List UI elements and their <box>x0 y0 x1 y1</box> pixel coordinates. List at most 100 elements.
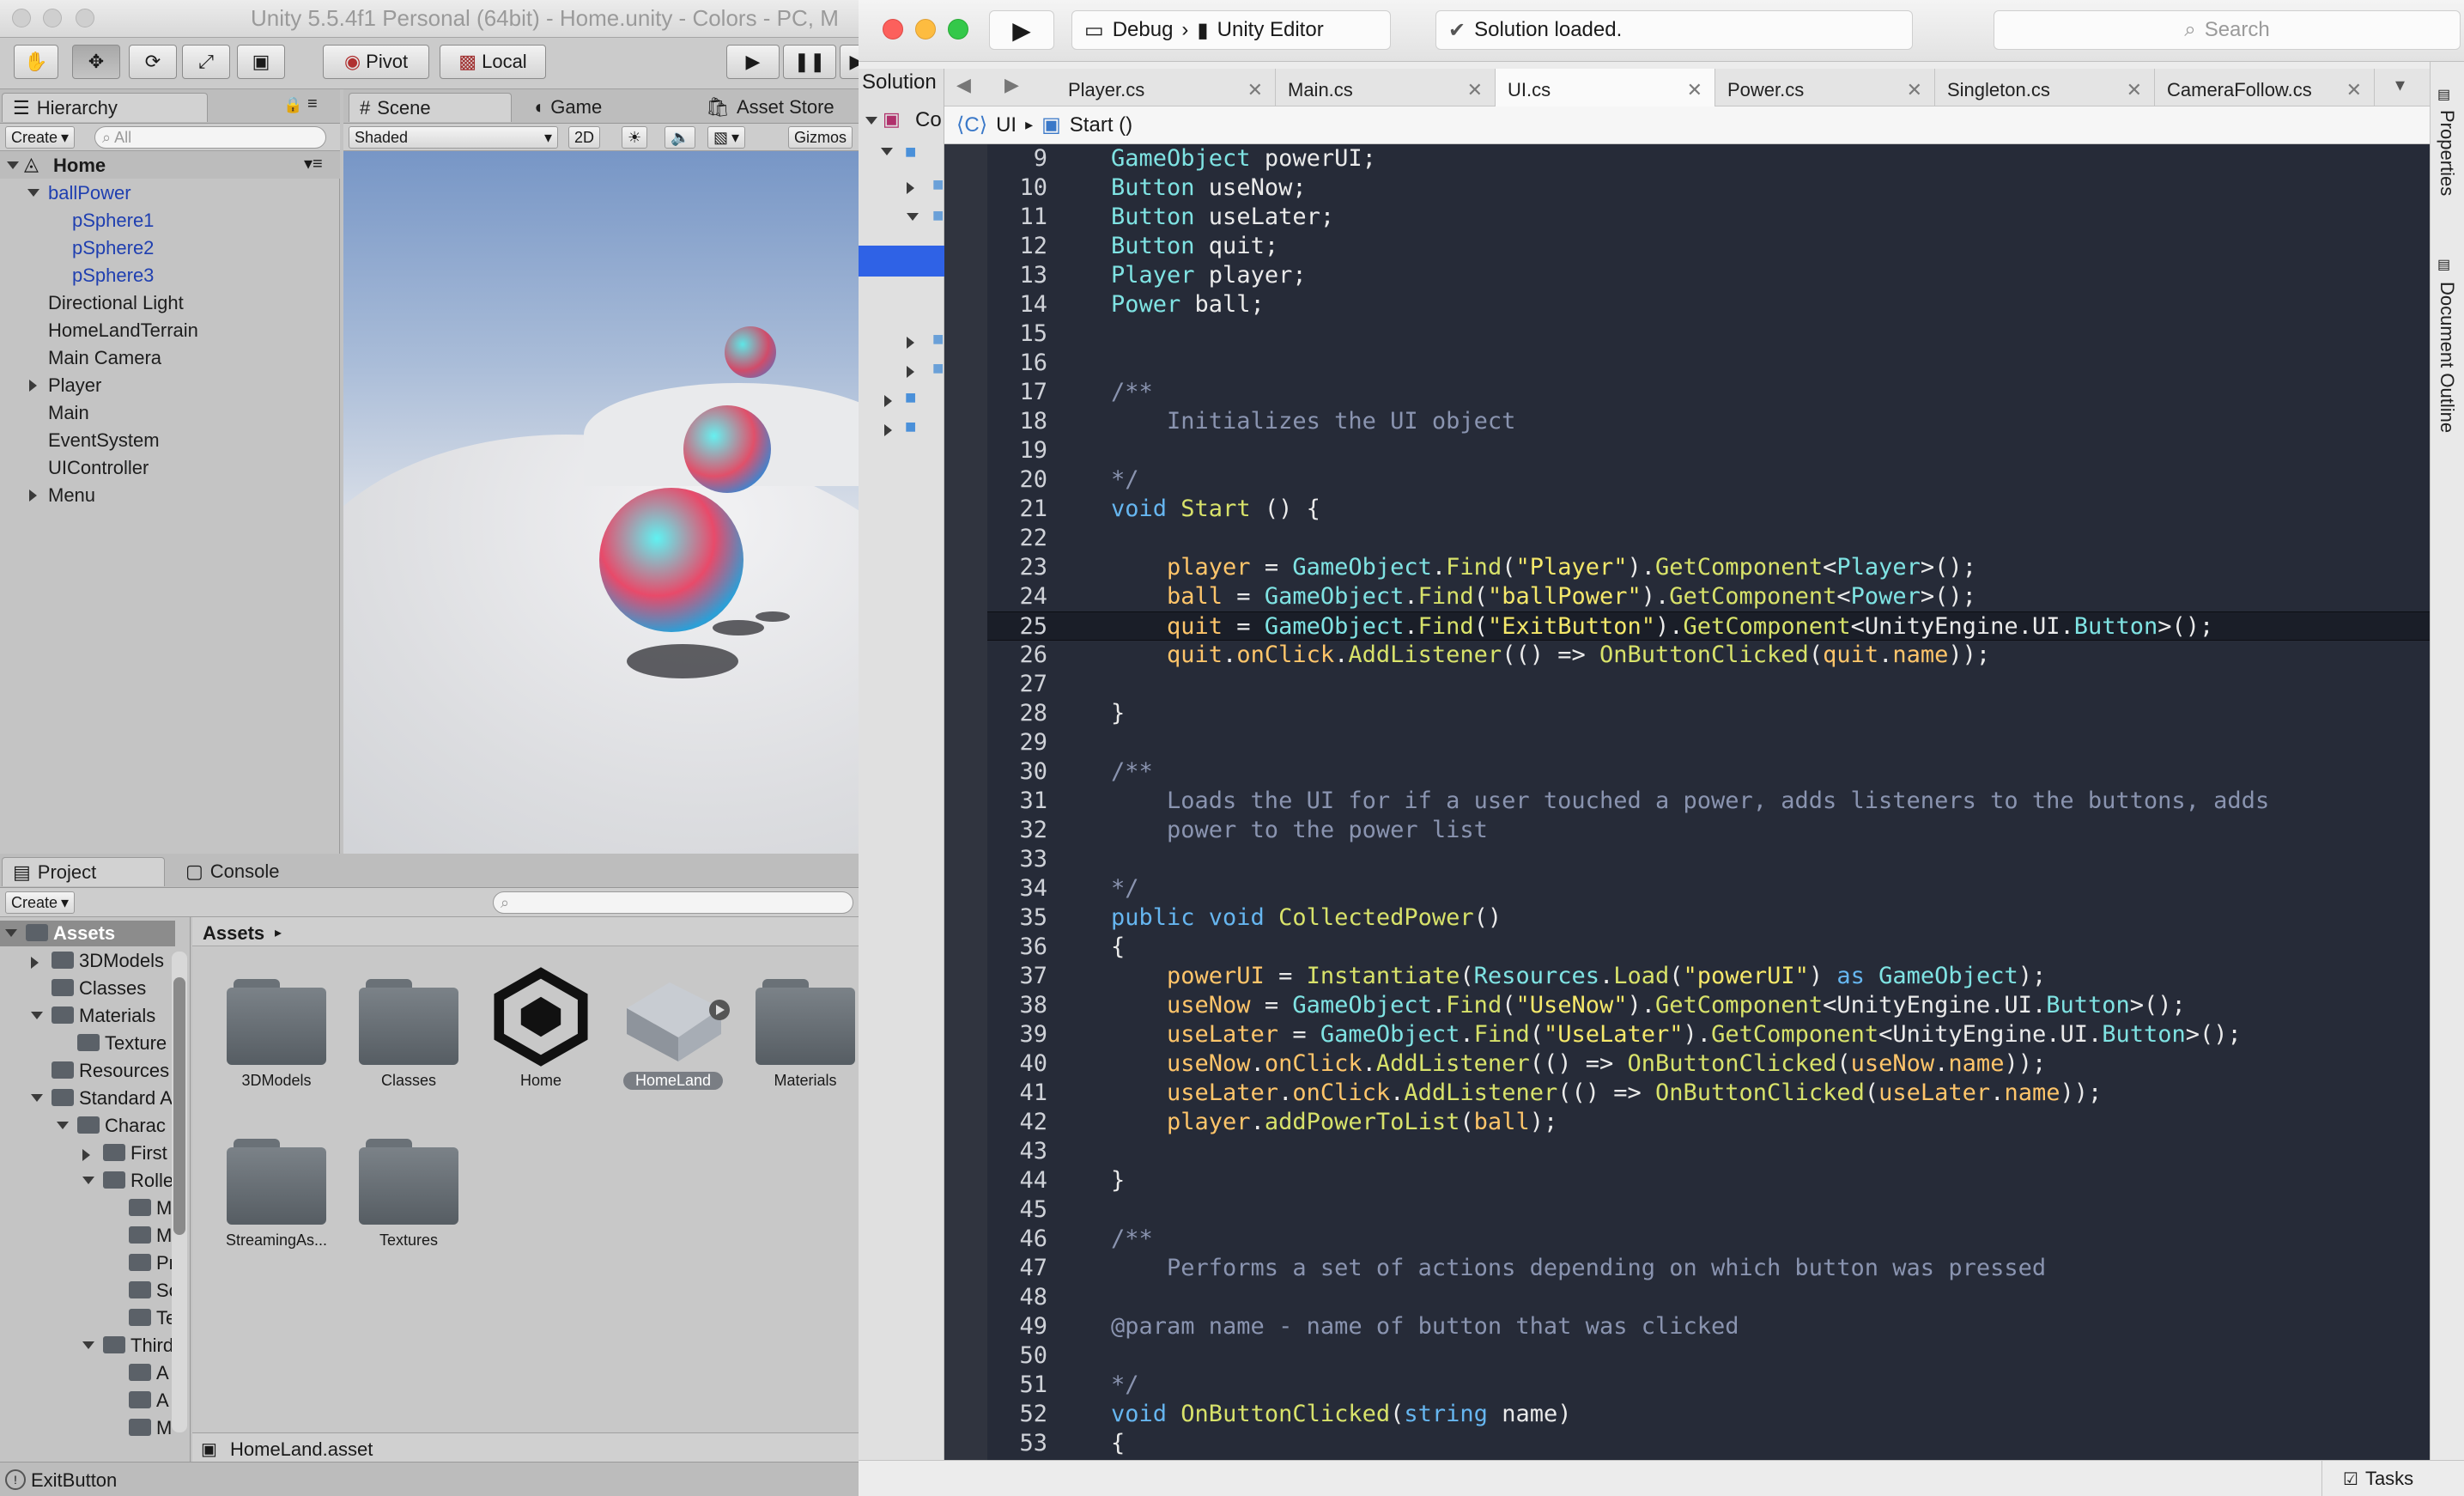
step-button[interactable]: ▶ <box>840 45 859 79</box>
nav-back-icon[interactable]: ◀ <box>956 74 971 96</box>
code-line[interactable]: 23 player = GameObject.Find("Player").Ge… <box>987 553 2430 582</box>
expand-icon[interactable] <box>884 395 892 407</box>
asset-item[interactable]: Textures <box>342 1120 476 1274</box>
solution-name[interactable]: Co <box>915 108 942 132</box>
code-line[interactable]: 38 useNow = GameObject.Find("UseNow").Ge… <box>987 991 2430 1020</box>
code-line[interactable]: 15 <box>987 319 2430 349</box>
expand-icon[interactable] <box>5 929 17 937</box>
hierarchy-item-menu[interactable]: Menu <box>48 484 95 507</box>
code-line[interactable]: 44} <box>987 1166 2430 1195</box>
code-line[interactable]: 11 Button useLater; <box>987 203 2430 232</box>
tree-item-label[interactable]: 3DModels <box>79 950 164 972</box>
code-line[interactable]: 17 /** <box>987 378 2430 407</box>
tab-scene[interactable]: # Scene <box>349 93 512 122</box>
code-line[interactable]: 16 <box>987 349 2430 378</box>
code-line[interactable]: 35 public void CollectedPower() <box>987 903 2430 933</box>
hierarchy-item-psphere2[interactable]: pSphere2 <box>72 237 154 259</box>
tree-item-label[interactable]: A <box>156 1362 169 1384</box>
tab-power-cs[interactable]: Power.cs ✕ <box>1715 69 1935 106</box>
rotate-tool-button[interactable]: ⟳ <box>129 45 177 79</box>
expand-icon[interactable] <box>865 117 877 125</box>
tree-item-label[interactable]: Classes <box>79 977 146 1000</box>
close-tab-icon[interactable]: ✕ <box>1907 79 1922 101</box>
asset-item[interactable]: 3DModels <box>209 960 343 1115</box>
tab-game[interactable]: ◖ Game <box>522 93 685 122</box>
scene-viewport[interactable] <box>343 151 859 854</box>
asset-item[interactable]: HomeLand <box>606 960 740 1115</box>
close-tab-icon[interactable]: ✕ <box>2346 79 2362 101</box>
tree-item-label[interactable]: First <box>130 1142 167 1165</box>
gizmos-dropdown[interactable]: Gizmos <box>788 126 853 149</box>
tab-asset-store[interactable]: 🛍 Asset Store <box>695 93 859 122</box>
tab-singleton-cs[interactable]: Singleton.cs ✕ <box>1935 69 2155 106</box>
expand-icon[interactable] <box>31 1094 43 1102</box>
expand-icon[interactable] <box>31 1012 43 1019</box>
tree-item-label[interactable]: Third <box>130 1335 173 1357</box>
2d-toggle[interactable]: 2D <box>568 126 601 149</box>
lighting-toggle[interactable]: ☀ <box>622 126 648 149</box>
pivot-toggle[interactable]: ◉ Pivot <box>323 45 429 79</box>
code-line[interactable]: 27 <box>987 670 2430 699</box>
code-line[interactable]: 41 useLater.onClick.AddListener(() => On… <box>987 1079 2430 1108</box>
tree-scrollbar[interactable] <box>172 952 187 1432</box>
code-line[interactable]: 25 quit = GameObject.Find("ExitButton").… <box>987 611 2430 641</box>
code-line[interactable]: 46 /** <box>987 1225 2430 1254</box>
tree-item-label[interactable]: M <box>156 1417 172 1439</box>
tree-item-label[interactable]: Assets <box>53 922 115 945</box>
expand-icon[interactable] <box>27 189 39 197</box>
effects-toggle[interactable]: ▧ ▾ <box>707 126 746 149</box>
code-line[interactable]: 30 /** <box>987 757 2430 787</box>
code-line[interactable]: 32 power to the power list <box>987 816 2430 845</box>
expand-icon[interactable] <box>907 182 914 194</box>
tree-item-label[interactable]: Texture <box>105 1032 167 1055</box>
scale-tool-button[interactable]: ⤢ <box>182 45 230 79</box>
shading-mode-dropdown[interactable]: Shaded ▾ <box>349 126 558 149</box>
expand-icon[interactable] <box>31 957 39 969</box>
asset-item[interactable]: Home <box>474 960 608 1115</box>
code-line[interactable]: 21 void Start () { <box>987 495 2430 524</box>
expand-icon[interactable] <box>7 161 19 169</box>
code-line[interactable]: 39 useLater = GameObject.Find("UseLater"… <box>987 1020 2430 1049</box>
path-method[interactable]: Start () <box>1070 113 1132 137</box>
code-line[interactable]: 40 useNow.onClick.AddListener(() => OnBu… <box>987 1049 2430 1079</box>
hierarchy-item-homelandterrain[interactable]: HomeLandTerrain <box>48 319 198 342</box>
panel-menu-icon[interactable]: ≡ <box>307 94 318 114</box>
expand-icon[interactable] <box>881 148 893 155</box>
tab-camerafollow-cs[interactable]: CameraFollow.cs ✕ <box>2155 69 2375 106</box>
code-line[interactable]: 24 ball = GameObject.Find("ballPower").G… <box>987 582 2430 611</box>
code-line[interactable]: 53 { <box>987 1429 2430 1458</box>
hierarchy-item-main[interactable]: Main <box>48 402 89 424</box>
code-line[interactable]: 45 <box>987 1195 2430 1225</box>
code-line[interactable]: 43 <box>987 1137 2430 1166</box>
hierarchy-item-main-camera[interactable]: Main Camera <box>48 347 161 369</box>
code-line[interactable]: 37 powerUI = Instantiate(Resources.Load(… <box>987 962 2430 991</box>
code-line[interactable]: 18 Initializes the UI object <box>987 407 2430 436</box>
path-class[interactable]: UI <box>996 113 1017 137</box>
lock-icon[interactable]: 🔒 <box>283 96 302 114</box>
code-line[interactable]: 29 <box>987 728 2430 757</box>
tab-console[interactable]: ▢ Console <box>175 857 338 886</box>
tab-hierarchy[interactable]: ☰ Hierarchy <box>2 93 208 122</box>
code-line[interactable]: 34 */ <box>987 874 2430 903</box>
code-line[interactable]: 33 <box>987 845 2430 874</box>
code-line[interactable]: 13 Player player; <box>987 261 2430 290</box>
expand-icon[interactable] <box>907 213 919 221</box>
tree-item-label[interactable]: A <box>156 1390 169 1412</box>
close-tab-icon[interactable]: ✕ <box>1687 79 1702 101</box>
close-window-button[interactable] <box>12 9 31 27</box>
psphere-medium[interactable] <box>683 405 771 493</box>
code-line[interactable]: 47 Performs a set of actions depending o… <box>987 1254 2430 1283</box>
expand-icon[interactable] <box>29 490 37 502</box>
nav-forward-icon[interactable]: ▶ <box>1004 74 1019 96</box>
scene-header[interactable]: ◬ Home ▾≡ <box>0 151 340 179</box>
run-button[interactable]: ▶ <box>989 10 1054 50</box>
code-line[interactable]: 48 <box>987 1283 2430 1312</box>
expand-icon[interactable] <box>907 337 914 349</box>
code-editor[interactable]: 9 GameObject powerUI; 10 Button useNow; 11 Bu… <box>944 144 2430 1460</box>
tab-player-cs[interactable]: Player.cs ✕ <box>1056 69 1276 106</box>
expand-icon[interactable] <box>82 1341 94 1349</box>
minimize-window-button[interactable] <box>915 19 936 40</box>
expand-icon[interactable] <box>884 424 892 436</box>
project-create-button[interactable]: Create ▾ <box>5 891 76 914</box>
move-tool-button[interactable]: ✥ <box>72 45 120 79</box>
